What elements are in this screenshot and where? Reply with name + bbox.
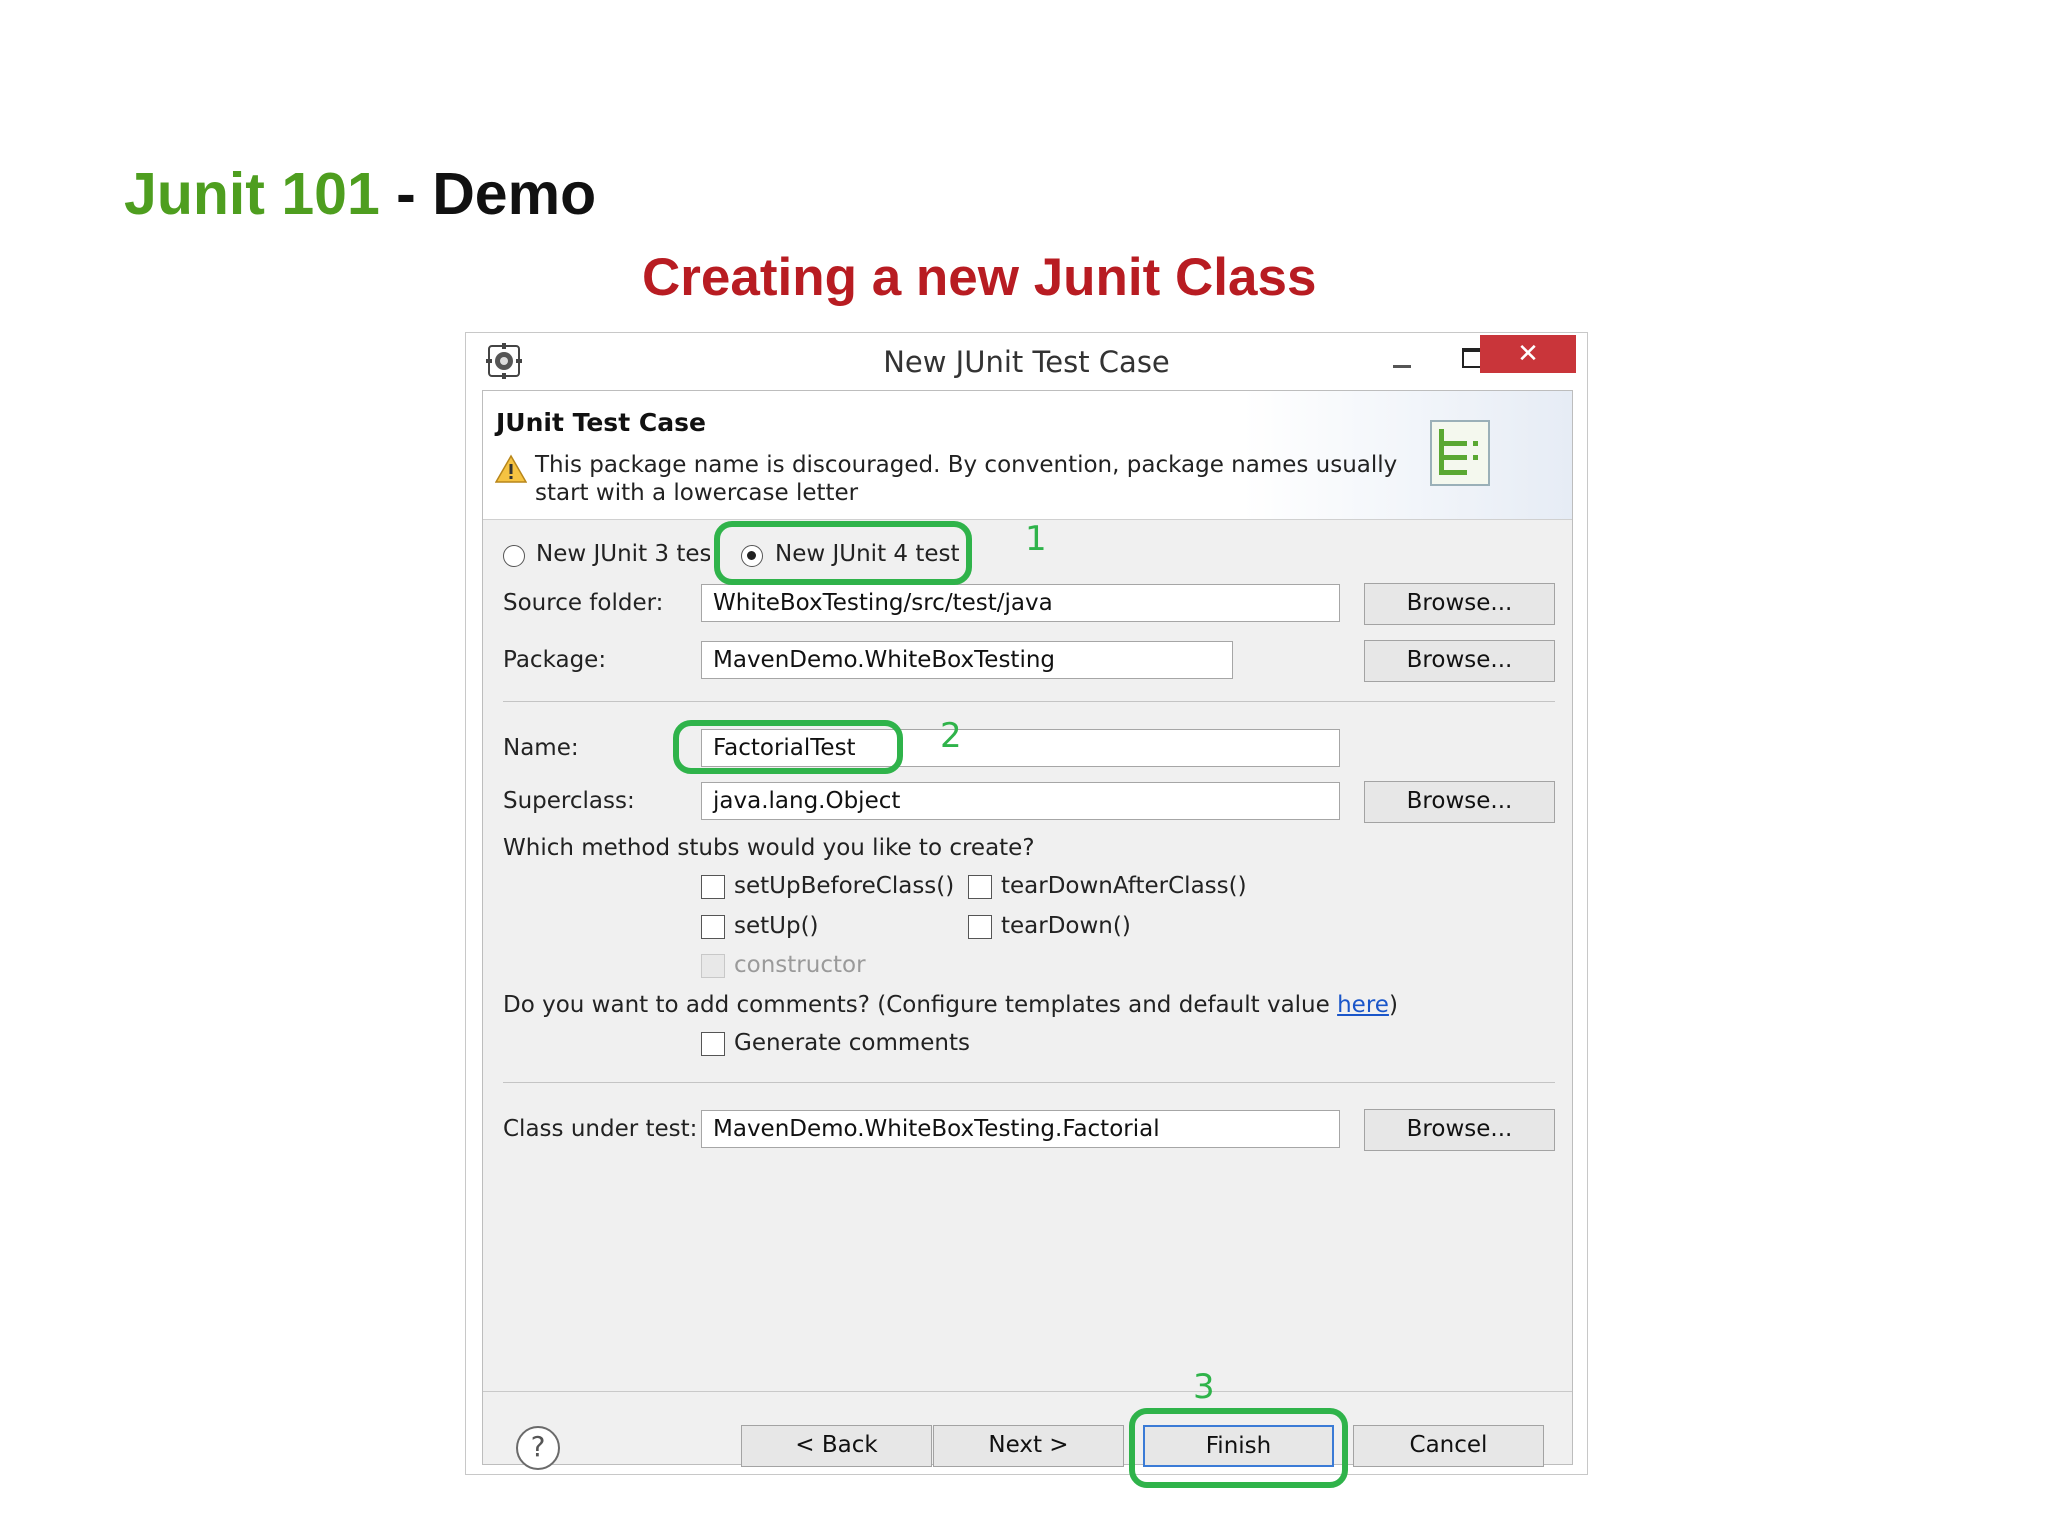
annotation-box-name [673, 720, 903, 774]
slide-subtitle: Creating a new Junit Class [642, 248, 1317, 307]
superclass-browse-button[interactable]: Browse... [1364, 781, 1555, 823]
teardown-label[interactable]: tearDown() [1001, 913, 1131, 939]
wizard-header: JUnit Test Case This package name is dis… [483, 391, 1572, 520]
close-button[interactable]: ✕ [1480, 335, 1576, 373]
generate-comments-checkbox[interactable] [701, 1032, 725, 1056]
teardownafterclass-checkbox[interactable] [968, 875, 992, 899]
teardownafterclass-label[interactable]: tearDownAfterClass() [1001, 873, 1247, 899]
setup-label[interactable]: setUp() [734, 913, 819, 939]
annotation-number-1: 1 [1025, 519, 1047, 559]
package-browse-button[interactable]: Browse... [1364, 640, 1555, 682]
configure-templates-link[interactable]: here [1337, 992, 1389, 1018]
teardown-checkbox[interactable] [968, 915, 992, 939]
warning-line-2: start with a lowercase letter [535, 480, 859, 506]
next-button[interactable]: Next > [933, 1425, 1124, 1467]
constructor-label: constructor [734, 952, 866, 978]
generate-comments-label[interactable]: Generate comments [734, 1030, 970, 1056]
source-folder-label: Source folder: [503, 590, 664, 616]
separator [503, 701, 1555, 702]
setup-checkbox[interactable] [701, 915, 725, 939]
slide-title-green: Junit 101 [124, 161, 380, 227]
class-under-test-label: Class under test: [503, 1116, 698, 1142]
warning-icon [495, 454, 527, 483]
stubs-question: Which method stubs would you like to cre… [503, 835, 1035, 861]
constructor-checkbox [701, 954, 725, 978]
setupbeforeclass-checkbox[interactable] [701, 875, 725, 899]
annotation-box-junit4 [714, 521, 972, 585]
annotation-number-2: 2 [940, 716, 962, 756]
annotation-number-3: 3 [1193, 1367, 1215, 1407]
class-under-test-browse-button[interactable]: Browse... [1364, 1109, 1555, 1151]
junit-dialog-window: New JUnit Test Case ✕ JUnit Test Case Th… [465, 332, 1588, 1488]
help-icon[interactable]: ? [516, 1426, 560, 1470]
separator [503, 1082, 1555, 1083]
title-bar[interactable]: New JUnit Test Case ✕ [466, 333, 1587, 388]
comments-question-text: Do you want to add comments? (Configure … [503, 992, 1338, 1018]
cancel-button[interactable]: Cancel [1353, 1425, 1544, 1467]
comments-question: Do you want to add comments? (Configure … [503, 992, 1398, 1018]
superclass-input[interactable]: java.lang.Object [701, 782, 1340, 820]
minimize-button[interactable] [1371, 339, 1431, 379]
comments-question-close: ) [1388, 992, 1398, 1018]
back-button[interactable]: < Back [741, 1425, 932, 1467]
annotation-box-finish [1129, 1408, 1348, 1488]
wizard-title: JUnit Test Case [496, 408, 706, 437]
setupbeforeclass-label[interactable]: setUpBeforeClass() [734, 873, 954, 899]
package-input[interactable]: MavenDemo.WhiteBoxTesting [701, 641, 1233, 679]
name-label: Name: [503, 735, 579, 761]
junit3-radio[interactable] [503, 545, 525, 567]
source-folder-browse-button[interactable]: Browse... [1364, 583, 1555, 625]
junit3-label[interactable]: New JUnit 3 test [536, 541, 721, 567]
dialog-body: JUnit Test Case This package name is dis… [482, 390, 1573, 1488]
warning-message: This package name is discouraged. By con… [535, 451, 1415, 507]
slide-title: Junit 101 - Demo [124, 158, 596, 230]
warning-line-1: This package name is discouraged. By con… [535, 452, 1398, 478]
junit-banner-icon [1430, 420, 1490, 486]
superclass-label: Superclass: [503, 788, 635, 814]
package-label: Package: [503, 647, 607, 673]
footer-separator [483, 1391, 1572, 1392]
source-folder-input[interactable]: WhiteBoxTesting/src/test/java [701, 584, 1340, 622]
class-under-test-input[interactable]: MavenDemo.WhiteBoxTesting.Factorial [701, 1110, 1340, 1148]
slide-title-black: - Demo [379, 161, 597, 227]
